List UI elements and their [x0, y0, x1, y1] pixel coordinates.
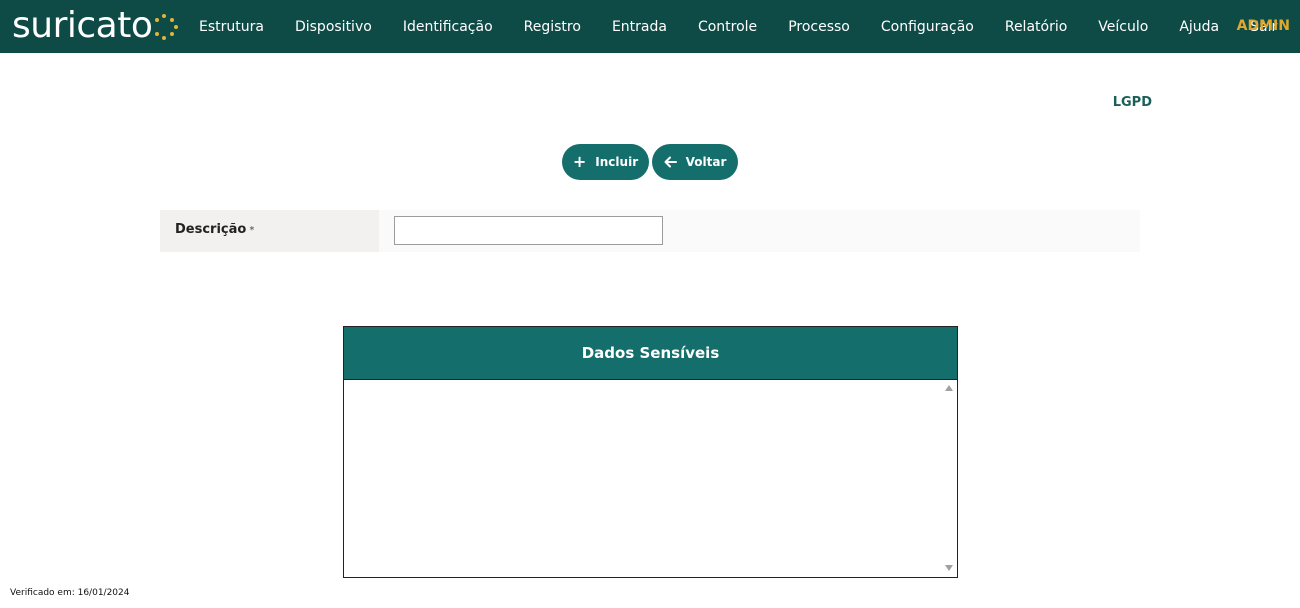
- panel-scrollbar[interactable]: [942, 380, 957, 577]
- menu-identificacao[interactable]: Identificação: [403, 19, 493, 35]
- suricato-logo[interactable]: suricato: [12, 4, 179, 48]
- descricao-input[interactable]: [394, 216, 663, 245]
- page-title: LGPD: [1112, 95, 1152, 110]
- menu-processo[interactable]: Processo: [788, 19, 850, 35]
- scroll-down-icon[interactable]: [945, 565, 953, 571]
- voltar-label: Voltar: [685, 155, 727, 169]
- panel-title: Dados Sensíveis: [581, 344, 720, 362]
- descricao-form-row: Descrição *: [160, 210, 1140, 252]
- menu-dispositivo[interactable]: Dispositivo: [295, 19, 372, 35]
- voltar-button[interactable]: Voltar: [652, 144, 738, 180]
- descricao-label: Descrição *: [175, 222, 254, 237]
- logo-dots-icon: [153, 11, 179, 41]
- incluir-label: Incluir: [595, 155, 639, 169]
- descricao-label-text: Descrição: [175, 222, 247, 237]
- menu-relatorio[interactable]: Relatório: [1005, 19, 1067, 35]
- menu-configuracao[interactable]: Configuração: [881, 19, 974, 35]
- required-marker: *: [249, 225, 255, 236]
- arrow-left-icon: [664, 156, 677, 168]
- top-navbar: suricato Estrutura Dispositivo Identific…: [0, 0, 1300, 53]
- plus-icon: +: [572, 152, 587, 171]
- menu-registro[interactable]: Registro: [524, 19, 581, 35]
- menu-estrutura[interactable]: Estrutura: [199, 19, 264, 35]
- main-menu: Estrutura Dispositivo Identificação Regi…: [199, 0, 1277, 53]
- panel-header: Dados Sensíveis: [344, 327, 957, 380]
- menu-controle[interactable]: Controle: [698, 19, 757, 35]
- descricao-label-cell: Descrição *: [160, 210, 379, 252]
- scroll-up-icon[interactable]: [945, 385, 953, 391]
- menu-veiculo[interactable]: Veículo: [1098, 19, 1148, 35]
- dados-sensiveis-panel: Dados Sensíveis: [343, 326, 958, 578]
- verified-date: Verificado em: 16/01/2024: [10, 588, 130, 598]
- logo-text: suricato: [12, 5, 153, 46]
- incluir-button[interactable]: + Incluir: [562, 144, 649, 180]
- menu-ajuda[interactable]: Ajuda: [1179, 19, 1219, 35]
- user-name[interactable]: ADMIN: [1237, 0, 1290, 53]
- dados-sensiveis-list[interactable]: [344, 380, 957, 577]
- menu-entrada[interactable]: Entrada: [612, 19, 667, 35]
